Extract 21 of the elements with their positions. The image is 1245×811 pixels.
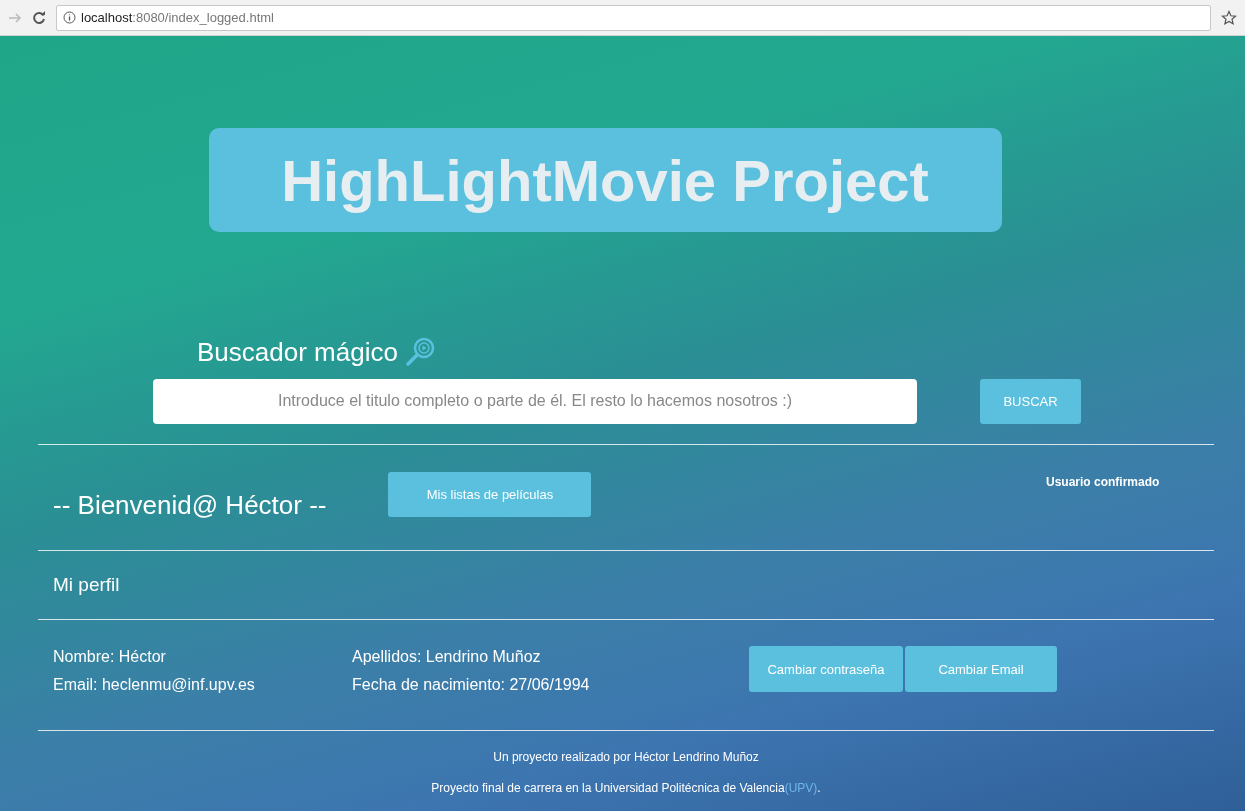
profile-field: Apellidos: Lendrino Muñoz [352,648,749,666]
user-status: Usuario confirmado [1046,475,1160,489]
welcome-heading: -- Bienvenid@ Héctor -- [53,490,327,521]
change-password-button[interactable]: Cambiar contraseña [749,646,903,692]
site-title: HighLightMovie Project [208,128,1002,232]
my-lists-button[interactable]: Mis listas de películas [388,472,592,517]
search-label: Buscador mágico [197,336,398,368]
footer-note: Proyecto final de carrera en la Universidad Politécnica de Valencia(UPV). [430,781,822,795]
address-bar[interactable]: localhost:8080/index_logged.html [56,4,1211,31]
magnifier-icon [403,336,436,368]
bookmark-star-icon[interactable] [1221,9,1237,26]
info-icon[interactable] [63,11,76,24]
credit-text: Un proyecto realizado por Héctor Lendrino Muñoz [492,750,760,764]
profile-field: Email: heclenmu@inf.upv.es [53,676,352,694]
search-button[interactable]: BUSCAR [980,378,1081,424]
reload-icon[interactable] [32,10,46,25]
profile-field: Fecha de nacimiento: 27/06/1994 [352,676,749,694]
search-field[interactable]: Introduce el titulo completo o parte de él. El resto lo hacemos nosotros :) [153,378,917,424]
profile-heading: Mi perfil [52,573,121,597]
change-email-button[interactable]: Cambiar Email [905,646,1057,692]
profile-field: Nombre: Héctor [53,648,352,666]
